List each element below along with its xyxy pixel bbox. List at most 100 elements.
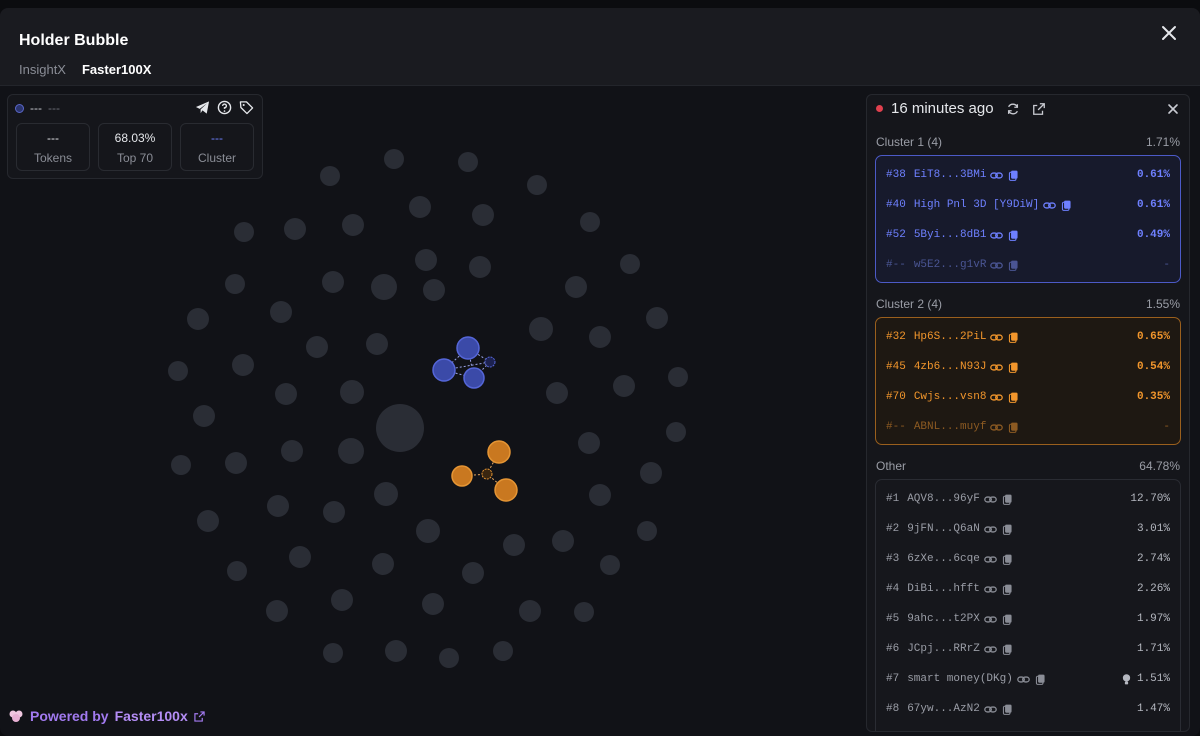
holder-bubble[interactable] [527, 175, 547, 195]
link-icon[interactable] [983, 553, 997, 566]
link-icon[interactable] [983, 613, 997, 626]
powered-by-link[interactable]: Powered by Faster100x [8, 708, 205, 724]
holder-bubble[interactable] [580, 212, 600, 232]
copy-icon[interactable] [1001, 703, 1014, 716]
cluster-1-bubble[interactable] [456, 336, 480, 360]
holder-bubble[interactable] [270, 301, 292, 323]
link-icon[interactable] [990, 421, 1004, 434]
holder-bubble[interactable] [503, 534, 525, 556]
holder-address[interactable]: Cwjs...vsn8 [914, 391, 987, 403]
holder-row[interactable]: #3 6zXe...6cqe 2.74% [876, 544, 1180, 574]
copy-icon[interactable] [1001, 583, 1014, 596]
copy-icon[interactable] [1034, 673, 1047, 686]
tab-faster100x[interactable]: Faster100X [82, 62, 151, 77]
copy-icon[interactable] [1007, 169, 1020, 182]
holder-bubble[interactable] [620, 254, 640, 274]
link-icon[interactable] [990, 361, 1004, 374]
holder-bubble[interactable] [227, 561, 247, 581]
tag-icon[interactable] [239, 100, 254, 115]
holder-bubble[interactable] [266, 600, 288, 622]
link-icon[interactable] [1016, 673, 1030, 686]
holder-bubble[interactable] [267, 495, 289, 517]
holder-bubble[interactable] [306, 336, 328, 358]
holder-bubble[interactable] [323, 643, 343, 663]
bubble-map-svg[interactable] [0, 86, 862, 736]
copy-icon[interactable] [1007, 391, 1020, 404]
holder-bubble[interactable] [458, 152, 478, 172]
holder-address[interactable]: 5Byi...8dB1 [914, 229, 987, 241]
copy-icon[interactable] [1001, 493, 1014, 506]
close-icon[interactable] [1160, 24, 1178, 42]
holder-bubble[interactable] [372, 553, 394, 575]
holder-bubble[interactable] [171, 455, 191, 475]
holder-bubble[interactable] [637, 521, 657, 541]
copy-icon[interactable] [1001, 523, 1014, 536]
holder-bubble[interactable] [193, 405, 215, 427]
holder-bubble[interactable] [284, 218, 306, 240]
holder-bubble[interactable] [589, 326, 611, 348]
holder-bubble[interactable] [409, 196, 431, 218]
holder-address[interactable]: smart money(DKg) [907, 673, 1013, 685]
holder-bubble[interactable] [338, 438, 364, 464]
holder-bubble[interactable] [374, 482, 398, 506]
panel-close-icon[interactable] [1167, 103, 1179, 115]
holder-address[interactable]: 9ahc...t2PX [907, 613, 980, 625]
holder-bubble[interactable] [462, 562, 484, 584]
holder-row[interactable]: #52 5Byi...8dB1 0.49% [876, 220, 1180, 250]
holder-bubble[interactable] [668, 367, 688, 387]
bubble-map[interactable]: --- --- --- Tokens 68.03% Top 70 --- Clu… [0, 86, 862, 736]
holder-bubble[interactable] [323, 501, 345, 523]
holder-row[interactable]: #7 smart money(DKg) 1.51% [876, 664, 1180, 694]
holder-address[interactable]: High Pnl 3D [Y9DiW] [914, 199, 1039, 211]
holder-bubble[interactable] [546, 382, 568, 404]
holder-bubble[interactable] [289, 546, 311, 568]
holder-bubble[interactable] [613, 375, 635, 397]
holder-address[interactable]: 9jFN...Q6aN [907, 523, 980, 535]
holder-row[interactable]: #4 DiBi...hfft 2.26% [876, 574, 1180, 604]
holder-bubble[interactable] [187, 308, 209, 330]
holder-row[interactable]: #8 67yw...AzN2 1.47% [876, 694, 1180, 724]
holder-address[interactable]: 67yw...AzN2 [907, 703, 980, 715]
copy-icon[interactable] [1007, 259, 1020, 272]
link-icon[interactable] [983, 583, 997, 596]
link-icon[interactable] [990, 229, 1004, 242]
link-icon[interactable] [990, 391, 1004, 404]
holder-bubble[interactable] [342, 214, 364, 236]
holder-bubble[interactable] [416, 519, 440, 543]
holder-bubble[interactable] [234, 222, 254, 242]
holder-address[interactable]: ABNL...muyf [914, 421, 987, 433]
holder-bubble[interactable] [371, 274, 397, 300]
cluster-1-bubble[interactable] [432, 358, 456, 382]
holder-bubble[interactable] [600, 555, 620, 575]
holder-bubble[interactable] [225, 452, 247, 474]
holder-bubble[interactable] [197, 510, 219, 532]
holder-bubble[interactable] [469, 256, 491, 278]
link-icon[interactable] [1043, 199, 1057, 212]
holder-bubble[interactable] [439, 648, 459, 668]
holder-row[interactable]: #-- w5E2...g1vR - [876, 250, 1180, 280]
holder-bubble[interactable] [331, 589, 353, 611]
holder-bubble[interactable] [472, 204, 494, 226]
copy-icon[interactable] [1007, 421, 1020, 434]
copy-icon[interactable] [1060, 199, 1073, 212]
holder-bubble[interactable] [423, 279, 445, 301]
link-icon[interactable] [990, 331, 1004, 344]
copy-icon[interactable] [1001, 613, 1014, 626]
link-icon[interactable] [990, 169, 1004, 182]
copy-icon[interactable] [1001, 553, 1014, 566]
holder-bubble[interactable] [281, 440, 303, 462]
holder-bubble[interactable] [168, 361, 188, 381]
holder-bubble[interactable] [385, 640, 407, 662]
holder-bubble[interactable] [320, 166, 340, 186]
holder-bubble[interactable] [225, 274, 245, 294]
holder-bubble[interactable] [666, 422, 686, 442]
holder-bubble[interactable] [578, 432, 600, 454]
link-icon[interactable] [983, 523, 997, 536]
copy-icon[interactable] [1007, 361, 1020, 374]
cluster-1-bubble[interactable] [463, 367, 485, 389]
cluster-2-bubble[interactable] [494, 478, 518, 502]
holder-bubble[interactable] [565, 276, 587, 298]
holder-bubble[interactable] [574, 602, 594, 622]
holder-bubble[interactable] [552, 530, 574, 552]
holder-row[interactable]: #38 EiT8...3BMi 0.61% [876, 160, 1180, 190]
